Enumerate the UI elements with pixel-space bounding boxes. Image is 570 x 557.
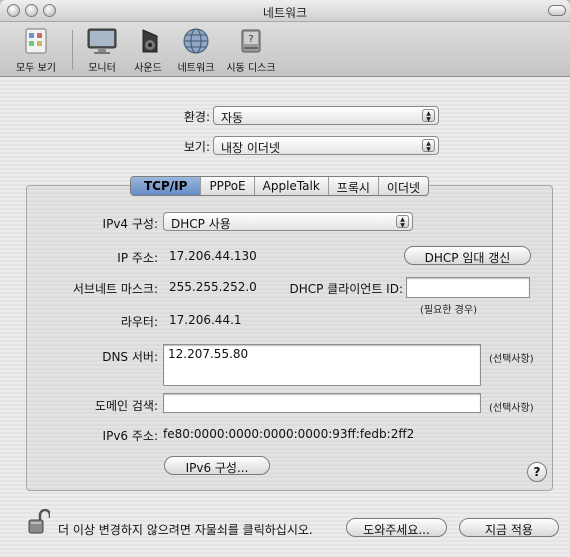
popup-arrows-icon: ▲ ▼ bbox=[422, 109, 435, 122]
toolbar-label-sound: 사운드 bbox=[134, 63, 162, 74]
ipv6-address-value: fe80:0000:0000:0000:0000:93ff:fedb:2ff2 bbox=[163, 427, 415, 441]
startup-disk-icon: ? bbox=[241, 29, 261, 53]
dhcp-client-id-field[interactable] bbox=[406, 277, 530, 298]
window-title: 네트워크 bbox=[262, 6, 308, 20]
toolbar-label-startup-disk: 시동 디스크 bbox=[226, 63, 276, 74]
apply-now-button[interactable]: 지금 적용 bbox=[459, 518, 559, 537]
router-value: 17.206.44.1 bbox=[169, 313, 242, 327]
tab-tcpip[interactable]: TCP/IP bbox=[131, 177, 201, 195]
search-domains-field[interactable] bbox=[163, 393, 481, 413]
location-value: 자동 bbox=[221, 111, 244, 125]
svg-text:?: ? bbox=[248, 34, 253, 45]
ipv6-address-label: IPv6 주소: bbox=[102, 429, 158, 443]
toolbar-item-startup-disk[interactable]: ? 시동 디스크 bbox=[220, 26, 282, 74]
help-button[interactable]: ? bbox=[527, 462, 547, 482]
toolbar-item-sound[interactable]: 사운드 bbox=[126, 26, 170, 74]
ip-address-value: 17.206.44.130 bbox=[169, 249, 257, 263]
configure-ipv6-button[interactable]: IPv6 구성... bbox=[164, 456, 270, 475]
lock-icon[interactable] bbox=[28, 509, 50, 535]
lock-message: 더 이상 변경하지 않으려면 자물쇠를 클릭하십시오. bbox=[58, 523, 313, 537]
show-all-icon bbox=[25, 28, 47, 54]
show-popup[interactable]: 내장 이더넷 ▲ ▼ bbox=[213, 136, 439, 155]
show-all-label: 모두 보기 bbox=[16, 63, 56, 74]
speaker-icon bbox=[142, 29, 158, 53]
toolbar-show-all[interactable]: 모두 보기 bbox=[4, 26, 68, 74]
subnet-mask-value: 255.255.252.0 bbox=[169, 280, 257, 294]
ipv4-config-label: IPv4 구성: bbox=[102, 217, 158, 231]
router-label: 라우터: bbox=[120, 315, 158, 329]
show-label: 보기: bbox=[183, 140, 210, 154]
renew-dhcp-lease-button[interactable]: DHCP 임대 갱신 bbox=[404, 246, 531, 265]
dns-optional-note: (선택사항) bbox=[489, 354, 534, 365]
tab-proxies[interactable]: 프록시 bbox=[327, 177, 378, 195]
tab-appletalk[interactable]: AppleTalk bbox=[253, 177, 328, 195]
network-pane: 환경: 자동 ▲ ▼ 보기: 내장 이더넷 ▲ ▼ TCP/IP PPPoE App… bbox=[0, 78, 570, 557]
popup-arrows-icon: ▲ ▼ bbox=[396, 215, 409, 228]
dhcp-client-id-label: DHCP 클라이언트 ID: bbox=[289, 282, 403, 296]
toolbar: 모두 보기 모니터 사운드 네트워크 ? 시동 디스크 bbox=[0, 22, 570, 77]
network-globe-icon bbox=[183, 28, 209, 54]
tab-ethernet[interactable]: 이더넷 bbox=[377, 177, 428, 195]
toolbar-toggle-button[interactable] bbox=[548, 5, 566, 16]
toolbar-item-network[interactable]: 네트워크 bbox=[172, 26, 220, 74]
ipv4-config-value: DHCP 사용 bbox=[171, 217, 231, 231]
monitor-icon bbox=[87, 28, 117, 54]
popup-arrows-icon: ▲ ▼ bbox=[422, 139, 435, 152]
title-bar: 네트워크 bbox=[0, 0, 570, 22]
location-label: 환경: bbox=[183, 110, 210, 124]
ipv4-config-popup[interactable]: DHCP 사용 ▲ ▼ bbox=[163, 212, 413, 231]
toolbar-label-network: 네트워크 bbox=[177, 63, 215, 74]
preferences-window: 네트워크 모두 보기 모니터 사운드 네트워크 ? 시동 디스크 환경: 자동 … bbox=[0, 0, 570, 557]
toolbar-item-monitor[interactable]: 모니터 bbox=[80, 26, 124, 74]
ip-address-label: IP 주소: bbox=[117, 251, 158, 265]
dns-servers-label: DNS 서버: bbox=[102, 350, 158, 364]
toolbar-separator bbox=[72, 30, 73, 70]
tab-pppoe[interactable]: PPPoE bbox=[200, 177, 253, 195]
search-domains-label: 도메인 검색: bbox=[94, 399, 158, 413]
assist-me-button[interactable]: 도와주세요... bbox=[346, 518, 447, 537]
location-popup[interactable]: 자동 ▲ ▼ bbox=[213, 106, 439, 125]
show-value: 내장 이더넷 bbox=[221, 141, 281, 155]
client-id-note: (필요한 경우) bbox=[420, 305, 477, 316]
tab-bar: TCP/IP PPPoE AppleTalk 프록시 이더넷 bbox=[130, 176, 430, 196]
search-optional-note: (선택사항) bbox=[489, 403, 534, 414]
toolbar-label-monitor: 모니터 bbox=[88, 63, 116, 74]
dns-servers-field[interactable]: 12.207.55.80 bbox=[163, 344, 481, 386]
subnet-mask-label: 서브네트 마스크: bbox=[72, 282, 158, 296]
